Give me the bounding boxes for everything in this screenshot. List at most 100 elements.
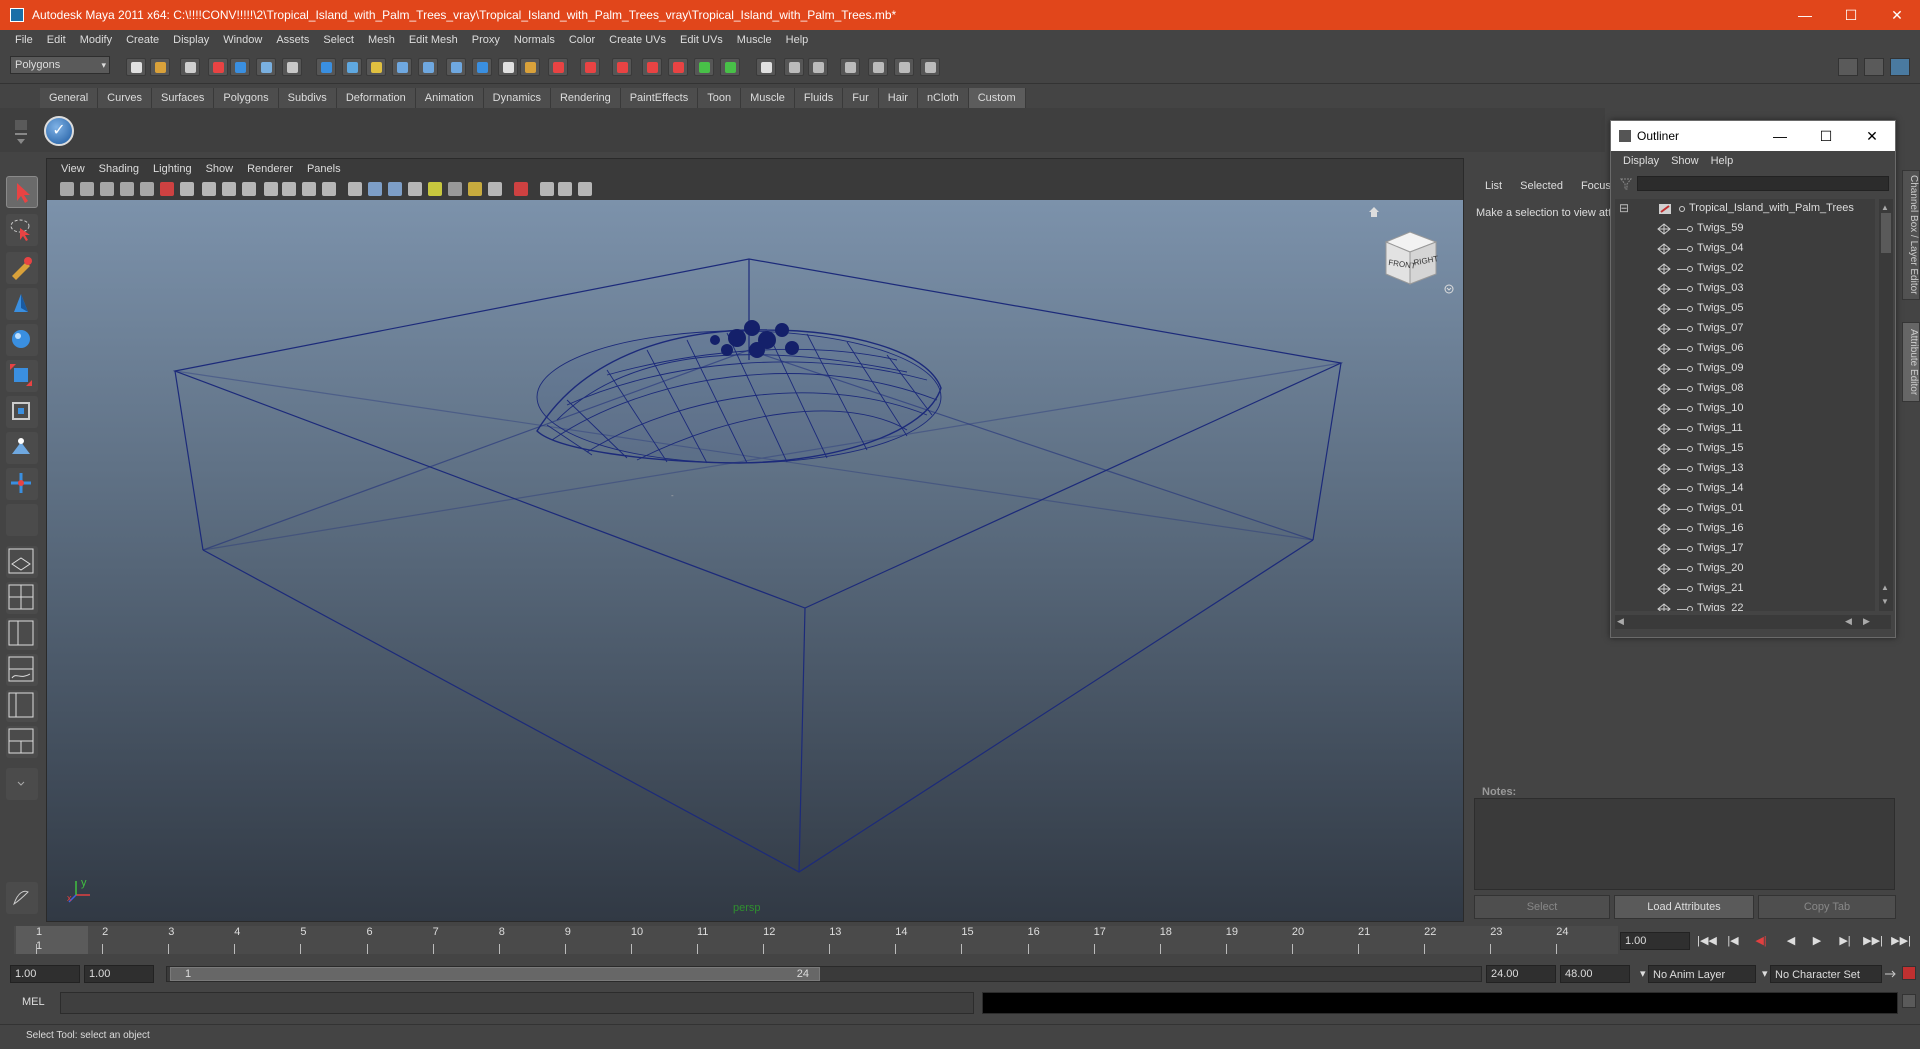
viewport-tool-icon[interactable] (264, 182, 278, 196)
step-back-frame-button[interactable]: ◀| (1750, 932, 1772, 950)
copy-tab-button[interactable]: Copy Tab (1758, 895, 1896, 919)
shelf-tab-hair[interactable]: Hair (878, 88, 918, 108)
status-tool-icon[interactable] (392, 58, 412, 76)
viewcube-menu-icon[interactable] (1444, 284, 1454, 294)
move-tool-icon[interactable] (6, 288, 38, 320)
menu-set-selector[interactable]: Polygons ▾ (10, 56, 110, 74)
outliner-item-row[interactable]: Twigs_07 (1615, 319, 1875, 339)
viewport-tool-icon[interactable] (514, 182, 528, 196)
viewport-tool-icon[interactable] (180, 182, 194, 196)
scroll-down-icon[interactable]: ▼ (1881, 597, 1891, 606)
menu-display[interactable]: Display (166, 34, 216, 46)
step-back-key-button[interactable]: |◀ (1722, 932, 1744, 950)
attribute-editor-tab[interactable]: Attribute Editor (1902, 322, 1920, 402)
close-button[interactable]: ✕ (1874, 0, 1920, 30)
current-time-field[interactable]: 1.00 (1620, 932, 1690, 950)
outliner-minimize-button[interactable]: — (1757, 128, 1803, 144)
status-tool-icon[interactable] (580, 58, 600, 76)
layout-persp-graph-icon[interactable] (6, 654, 38, 686)
outliner-maximize-button[interactable]: ☐ (1803, 128, 1849, 145)
shelf-tab-general[interactable]: General (40, 88, 99, 108)
end-time-field[interactable]: 48.00 (1560, 965, 1630, 983)
outliner-item-row[interactable]: Twigs_13 (1615, 459, 1875, 479)
viewport-menu-panels[interactable]: Panels (300, 163, 348, 175)
outliner-filter-icon[interactable] (1619, 177, 1633, 191)
menu-create[interactable]: Create (119, 34, 166, 46)
paint-select-tool-icon[interactable] (6, 252, 38, 284)
outliner-item-row[interactable]: Twigs_09 (1615, 359, 1875, 379)
outliner-menu-help[interactable]: Help (1705, 155, 1740, 167)
outliner-item-row[interactable]: Twigs_01 (1615, 499, 1875, 519)
shelf-tab-custom[interactable]: Custom (968, 88, 1026, 108)
viewport-tool-icon[interactable] (202, 182, 216, 196)
status-tool-icon[interactable] (126, 58, 146, 76)
outliner-menu-show[interactable]: Show (1665, 155, 1705, 167)
status-tool-icon[interactable] (894, 58, 914, 76)
status-tool-icon[interactable] (840, 58, 860, 76)
shelf-tab-animation[interactable]: Animation (415, 88, 484, 108)
outliner-search-input[interactable] (1637, 176, 1889, 191)
time-slider[interactable] (14, 926, 1618, 954)
brush-tool-icon[interactable] (6, 882, 38, 914)
menu-edit-mesh[interactable]: Edit Mesh (402, 34, 465, 46)
anim-layer-selector[interactable]: No Anim Layer (1648, 965, 1756, 983)
layout-toggle-icon[interactable] (1838, 58, 1858, 76)
step-forward-frame-button[interactable]: ▶| (1834, 932, 1856, 950)
viewport-tool-icon[interactable] (160, 182, 174, 196)
collapse-icon[interactable]: ⊟ (1619, 201, 1629, 215)
viewport-tool-icon[interactable] (540, 182, 554, 196)
outliner-menu-display[interactable]: Display (1617, 155, 1665, 167)
menu-normals[interactable]: Normals (507, 34, 562, 46)
status-tool-icon[interactable] (868, 58, 888, 76)
shelf-tab-polygons[interactable]: Polygons (214, 88, 279, 108)
status-tool-icon[interactable] (180, 58, 200, 76)
playback-start-field[interactable]: 1.00 (84, 965, 154, 983)
scale-tool-icon[interactable] (6, 360, 38, 392)
status-tool-icon[interactable] (316, 58, 336, 76)
shelf-tab-surfaces[interactable]: Surfaces (151, 88, 215, 108)
menu-assets[interactable]: Assets (269, 34, 316, 46)
outliner-item-row[interactable]: Twigs_59 (1615, 219, 1875, 239)
viewport-menu-lighting[interactable]: Lighting (146, 163, 199, 175)
status-tool-icon[interactable] (282, 58, 302, 76)
outliner-item-row[interactable]: Twigs_20 (1615, 559, 1875, 579)
universal-manipulator-icon[interactable] (6, 396, 38, 428)
status-tool-icon[interactable] (418, 58, 438, 76)
viewport-tool-icon[interactable] (448, 182, 462, 196)
shelf-tab-subdivs[interactable]: Subdivs (278, 88, 337, 108)
outliner-horizontal-scrollbar[interactable]: ◀ ◀ ▶ (1615, 615, 1891, 629)
shelf-tab-rendering[interactable]: Rendering (550, 88, 621, 108)
range-slider-thumb[interactable]: 1 24 (170, 967, 820, 981)
status-tool-icon[interactable] (784, 58, 804, 76)
viewport-tool-icon[interactable] (100, 182, 114, 196)
ae-select-button[interactable]: Select (1474, 895, 1610, 919)
status-tool-icon[interactable] (366, 58, 386, 76)
play-backwards-button[interactable]: ◀ (1780, 932, 1802, 950)
viewport-tool-icon[interactable] (242, 182, 256, 196)
menu-mesh[interactable]: Mesh (361, 34, 402, 46)
outliner-item-row[interactable]: Twigs_22 (1615, 599, 1875, 611)
go-to-start-button[interactable]: |◀◀ (1696, 932, 1718, 950)
custom-shelf-check-button[interactable]: ✓ (44, 116, 74, 146)
menu-window[interactable]: Window (216, 34, 269, 46)
viewport-menu-renderer[interactable]: Renderer (240, 163, 300, 175)
outliner-item-row[interactable]: Twigs_03 (1615, 279, 1875, 299)
status-tool-icon[interactable] (520, 58, 540, 76)
scroll-up-lower-icon[interactable]: ▲ (1881, 583, 1891, 592)
outliner-item-row[interactable]: Twigs_16 (1615, 519, 1875, 539)
command-language-label[interactable]: MEL (22, 996, 45, 1008)
outliner-item-row[interactable]: Twigs_21 (1615, 579, 1875, 599)
select-tool-icon[interactable] (6, 176, 38, 208)
viewport-tool-icon[interactable] (60, 182, 74, 196)
outliner-item-row[interactable]: Twigs_10 (1615, 399, 1875, 419)
viewport-menu-show[interactable]: Show (199, 163, 241, 175)
command-input[interactable] (60, 992, 974, 1014)
ae-tab-selected[interactable]: Selected (1511, 180, 1572, 192)
viewport-menu-view[interactable]: View (54, 163, 92, 175)
viewport-tool-icon[interactable] (322, 182, 336, 196)
start-time-field[interactable]: 1.00 (10, 965, 80, 983)
status-tool-icon[interactable] (612, 58, 632, 76)
shelf-tab-ncloth[interactable]: nCloth (917, 88, 969, 108)
rotate-tool-icon[interactable] (6, 324, 38, 356)
outliner-item-row[interactable]: Twigs_06 (1615, 339, 1875, 359)
